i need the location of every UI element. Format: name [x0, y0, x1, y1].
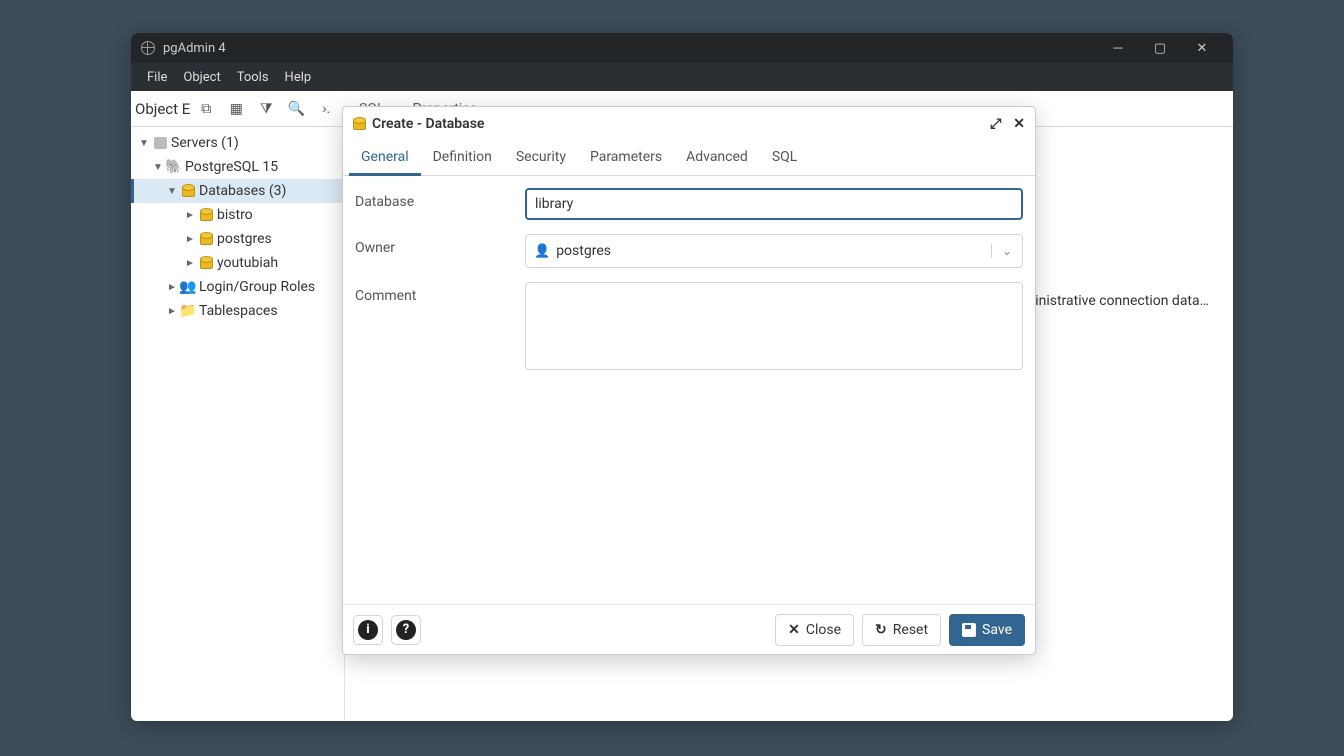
help-button[interactable]: ?: [391, 615, 421, 645]
menu-object[interactable]: Object: [175, 70, 228, 85]
reset-icon: ↻: [875, 622, 887, 638]
create-database-dialog: Create - Database ⤢ ✕ General Definition…: [342, 106, 1036, 655]
dialog-footer: i ? ✕Close ↻Reset Save: [343, 604, 1035, 654]
toolbar-terminal-icon[interactable]: ›.: [312, 95, 340, 123]
label-comment: Comment: [355, 282, 525, 304]
window-title: pgAdmin 4: [163, 41, 226, 56]
tab-parameters[interactable]: Parameters: [578, 141, 674, 175]
tab-advanced[interactable]: Advanced: [674, 141, 760, 175]
toolbar-filter-icon[interactable]: ⧩: [252, 95, 280, 123]
server-group-icon: [154, 137, 167, 149]
comment-textarea[interactable]: [525, 282, 1023, 370]
toolbar-icon-2[interactable]: ▦: [222, 95, 250, 123]
background-hint-text: ninistrative connection data…: [1027, 293, 1209, 309]
close-icon: ✕: [788, 622, 800, 638]
close-window-button[interactable]: ✕: [1181, 33, 1223, 63]
database-name-input[interactable]: [525, 188, 1023, 220]
save-icon: [962, 623, 976, 637]
titlebar: pgAdmin 4 ─ ▢ ✕: [131, 33, 1233, 63]
database-icon: [353, 119, 366, 130]
owner-select[interactable]: 👤 postgres ⌄: [525, 234, 1023, 268]
user-icon: 👤: [534, 244, 550, 259]
info-button[interactable]: i: [353, 615, 383, 645]
reset-button[interactable]: ↻Reset: [862, 614, 941, 646]
label-owner: Owner: [355, 234, 525, 256]
chevron-down-icon: ⌄: [991, 244, 1012, 258]
database-icon: [200, 210, 213, 221]
database-icon: [200, 234, 213, 245]
expand-icon[interactable]: ⤢: [990, 116, 1001, 132]
tree-login-roles[interactable]: 👥 Login/Group Roles: [131, 275, 344, 299]
database-icon: [200, 258, 213, 269]
toolbar-search-icon[interactable]: 🔍: [282, 95, 310, 123]
folder-icon: 📁: [179, 303, 197, 319]
close-dialog-icon[interactable]: ✕: [1013, 116, 1025, 132]
label-database: Database: [355, 188, 525, 210]
tree-databases[interactable]: Databases (3): [131, 179, 344, 203]
tab-general[interactable]: General: [349, 141, 421, 176]
database-icon: [182, 186, 195, 197]
menu-file[interactable]: File: [139, 70, 175, 85]
menu-help[interactable]: Help: [277, 70, 320, 85]
tree-db-postgres[interactable]: postgres: [131, 227, 344, 251]
tree-postgres-server[interactable]: 🐘 PostgreSQL 15: [131, 155, 344, 179]
tree-db-youtubiah[interactable]: youtubiah: [131, 251, 344, 275]
dialog-titlebar: Create - Database ⤢ ✕: [343, 107, 1035, 141]
tree-db-bistro[interactable]: bistro: [131, 203, 344, 227]
object-tree: Servers (1) 🐘 PostgreSQL 15 Databases (3…: [131, 127, 345, 721]
menu-tools[interactable]: Tools: [229, 70, 277, 85]
dialog-tabs: General Definition Security Parameters A…: [343, 141, 1035, 176]
close-button[interactable]: ✕Close: [775, 614, 854, 646]
roles-icon: 👥: [179, 279, 197, 295]
save-button[interactable]: Save: [949, 614, 1025, 646]
globe-icon: [141, 41, 155, 55]
object-explorer-label: Object E: [135, 100, 190, 118]
dialog-body: Database Owner 👤 postgres ⌄ Comment: [343, 176, 1035, 604]
menubar: File Object Tools Help: [131, 63, 1233, 91]
dialog-title: Create - Database: [372, 116, 484, 132]
maximize-button[interactable]: ▢: [1139, 33, 1181, 63]
owner-value: postgres: [556, 243, 611, 259]
elephant-icon: 🐘: [165, 159, 183, 175]
tab-security[interactable]: Security: [504, 141, 578, 175]
tab-sql-dialog[interactable]: SQL: [760, 141, 809, 175]
toolbar-icon-1[interactable]: ⧉: [192, 95, 220, 123]
tree-servers[interactable]: Servers (1): [131, 131, 344, 155]
minimize-button[interactable]: ─: [1097, 33, 1139, 63]
tree-tablespaces[interactable]: 📁 Tablespaces: [131, 299, 344, 323]
tab-definition[interactable]: Definition: [421, 141, 504, 175]
